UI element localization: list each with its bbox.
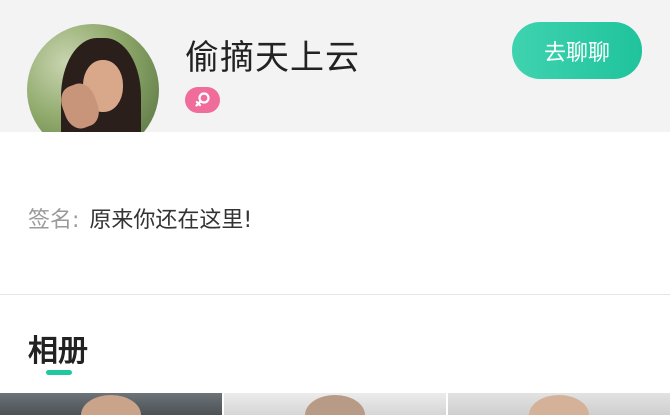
signature-value: 原来你还在这里! [89, 208, 253, 233]
album-photo[interactable] [224, 393, 446, 415]
album-title: 相册 [28, 334, 88, 369]
photo-subject [81, 395, 141, 415]
chat-button[interactable]: 去聊聊 [512, 22, 642, 79]
female-symbol-icon [194, 92, 210, 107]
username: 偷摘天上云 [185, 38, 360, 78]
album-photos [0, 393, 670, 415]
signature-section: 签名: 原来你还在这里! [0, 132, 670, 295]
album-tab-indicator [46, 370, 72, 375]
photo-subject [305, 395, 365, 415]
profile-header: 偷摘天上云 去聊聊 [0, 0, 670, 156]
female-icon [185, 87, 220, 113]
album-photo[interactable] [448, 393, 670, 415]
album-photo[interactable] [0, 393, 222, 415]
photo-subject [529, 395, 589, 415]
signature-row: 签名: 原来你还在这里! [28, 202, 252, 234]
signature-label: 签名: [28, 208, 80, 233]
